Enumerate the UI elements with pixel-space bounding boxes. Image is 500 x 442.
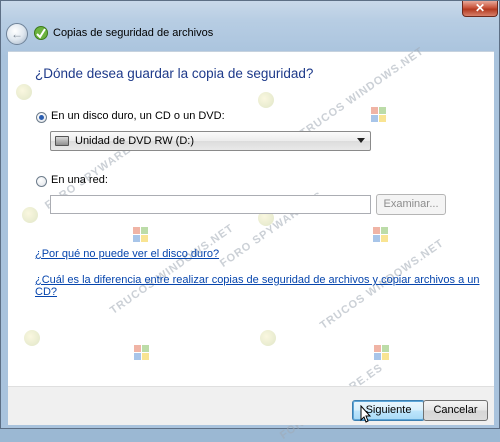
back-button[interactable]: ← (6, 23, 28, 45)
dialog-footer: Siguiente Cancelar (8, 386, 494, 425)
back-arrow-icon: ← (11, 27, 23, 41)
network-path-input[interactable] (50, 195, 371, 214)
window-title: Copias de seguridad de archivos (53, 27, 214, 39)
watermark-logo-icon (22, 207, 38, 223)
watermark-logo-icon (258, 92, 274, 108)
radio-network[interactable] (36, 176, 47, 187)
radio-selected-dot (39, 115, 44, 120)
watermark-flag-icon (374, 345, 390, 361)
why-no-disk-link[interactable]: ¿Por qué no puede ver el disco duro? (35, 248, 219, 260)
watermark-logo-icon (260, 330, 276, 346)
mouse-cursor-icon (360, 405, 372, 423)
page-heading: ¿Dónde desea guardar la copia de segurid… (35, 66, 314, 81)
drive-select-value: Unidad de DVD RW (D:) (75, 135, 194, 147)
watermark-flag-icon (133, 227, 149, 243)
cancel-button[interactable]: Cancelar (423, 400, 488, 421)
dialog-window: ✕ ← Copias de seguridad de archivos TRUC… (0, 0, 500, 442)
content-panel: TRUCOS WINDOWS.NET TRUCOS WINDOWS.NET TR… (8, 45, 494, 442)
close-button[interactable]: ✕ (462, 1, 498, 17)
watermark-logo-icon (24, 330, 40, 346)
watermark-flag-icon (373, 227, 389, 243)
chevron-down-icon[interactable] (357, 138, 365, 143)
watermark-text: TRUCOS WINDOWS.NET (108, 222, 237, 317)
watermark-flag-icon (134, 345, 150, 361)
watermark-logo-icon (16, 84, 32, 100)
browse-button[interactable]: Examinar... (376, 194, 446, 215)
radio-disk-label[interactable]: En un disco duro, un CD o un DVD: (51, 110, 225, 122)
difference-link[interactable]: ¿Cuál es la diferencia entre realizar co… (35, 274, 494, 298)
dvd-drive-icon (55, 136, 69, 146)
watermark-flag-icon (371, 107, 387, 123)
drive-select[interactable]: Unidad de DVD RW (D:) (50, 131, 371, 151)
radio-disk[interactable] (36, 112, 47, 123)
close-icon: ✕ (474, 1, 486, 15)
watermark-text: TRUCOS WINDOWS.NET (298, 45, 427, 140)
backup-app-icon (34, 26, 48, 40)
radio-network-label[interactable]: En una red: (51, 174, 108, 186)
